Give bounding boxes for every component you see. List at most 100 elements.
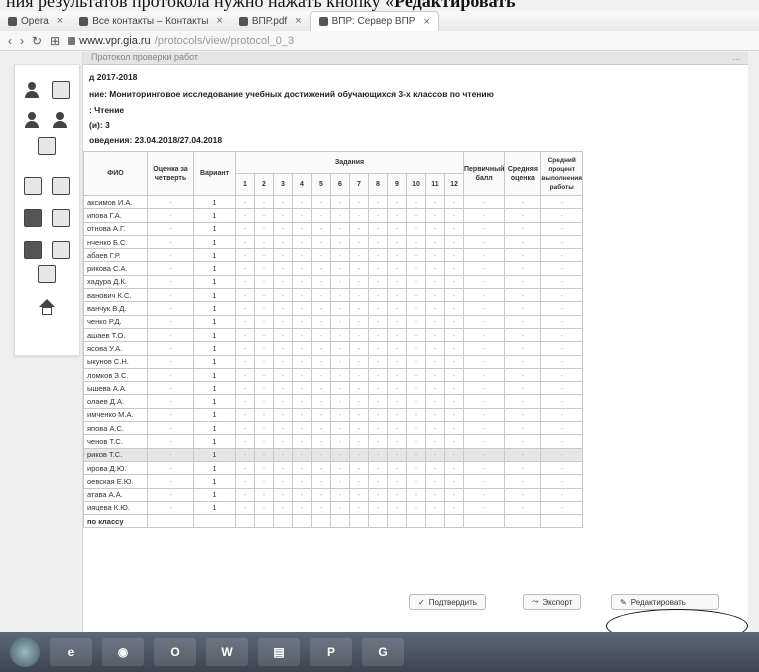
- task-cell[interactable]: -: [330, 381, 350, 396]
- browser-tab[interactable]: ВПР.pdf ×: [231, 11, 310, 31]
- task-cell[interactable]: -: [368, 234, 388, 250]
- task-cell[interactable]: -: [425, 288, 445, 303]
- task-cell[interactable]: -: [349, 248, 369, 263]
- task-cell[interactable]: -: [254, 367, 274, 383]
- task-cell[interactable]: -: [406, 500, 426, 516]
- task-cell[interactable]: -: [254, 221, 274, 236]
- table-row[interactable]: ясова У.А. -1- - - - - - - - - - - - - - -: [83, 341, 584, 356]
- task-cell[interactable]: -: [444, 460, 464, 476]
- chart-icon[interactable]: [38, 265, 56, 283]
- reload-icon[interactable]: ↻: [32, 34, 42, 48]
- task-cell[interactable]: -: [387, 274, 407, 290]
- task-cell[interactable]: -: [349, 274, 369, 290]
- task-cell[interactable]: -: [235, 314, 255, 329]
- task-cell[interactable]: -: [349, 500, 369, 516]
- task-cell[interactable]: -: [311, 447, 331, 462]
- table-row[interactable]: аксимов И.А. -1- - - - - - - - - - - - - - -: [83, 194, 584, 210]
- task-cell[interactable]: -: [330, 248, 350, 263]
- table-row[interactable]: ипова Г.А. -1- - - - - - - - - - - - - - -: [83, 208, 584, 223]
- task-cell[interactable]: -: [406, 421, 426, 436]
- task-cell[interactable]: -: [368, 434, 388, 449]
- task-cell[interactable]: -: [235, 208, 255, 223]
- task-cell[interactable]: -: [311, 354, 331, 369]
- project-icon[interactable]: P: [310, 638, 352, 666]
- table-row[interactable]: ашаев Т.О. -1- - - - - - - - - - - - - - -: [83, 327, 584, 343]
- task-cell[interactable]: -: [254, 301, 274, 316]
- task-cell[interactable]: -: [292, 288, 312, 303]
- user-icon[interactable]: [24, 81, 42, 99]
- task-cell[interactable]: -: [387, 487, 407, 502]
- task-cell[interactable]: -: [254, 288, 274, 303]
- task-cell[interactable]: -: [273, 234, 293, 250]
- task-cell[interactable]: -: [406, 407, 426, 423]
- task-cell[interactable]: -: [387, 460, 407, 476]
- task-cell[interactable]: -: [273, 274, 293, 290]
- task-cell[interactable]: -: [406, 367, 426, 383]
- task-cell[interactable]: -: [368, 474, 388, 489]
- task-cell[interactable]: -: [330, 434, 350, 449]
- task-cell[interactable]: -: [368, 460, 388, 476]
- task-cell[interactable]: -: [330, 354, 350, 369]
- task-cell[interactable]: -: [444, 354, 464, 369]
- task-cell[interactable]: -: [349, 221, 369, 236]
- task-cell[interactable]: -: [273, 381, 293, 396]
- task-cell[interactable]: -: [349, 434, 369, 449]
- table-row[interactable]: рикова С.А. -1- - - - - - - - - - - - - - -: [83, 261, 584, 276]
- opera-icon[interactable]: O: [154, 638, 196, 666]
- word-icon[interactable]: W: [206, 638, 248, 666]
- task-cell[interactable]: -: [311, 460, 331, 476]
- task-cell[interactable]: -: [292, 261, 312, 276]
- task-cell[interactable]: -: [444, 394, 464, 409]
- task-cell[interactable]: -: [254, 354, 274, 369]
- task-cell[interactable]: -: [330, 194, 350, 210]
- task-cell[interactable]: -: [292, 487, 312, 502]
- task-cell[interactable]: -: [273, 288, 293, 303]
- task-cell[interactable]: -: [273, 341, 293, 356]
- task-cell[interactable]: -: [311, 434, 331, 449]
- task-cell[interactable]: -: [254, 460, 274, 476]
- task-cell[interactable]: -: [235, 248, 255, 263]
- table-row[interactable]: ияцева К.Ю. -1- - - - - - - - - - - - - - -: [83, 500, 584, 516]
- task-cell[interactable]: -: [330, 474, 350, 489]
- task-cell[interactable]: -: [311, 421, 331, 436]
- task-cell[interactable]: -: [311, 407, 331, 423]
- task-cell[interactable]: -: [235, 354, 255, 369]
- task-cell[interactable]: -: [387, 381, 407, 396]
- task-cell[interactable]: -: [349, 327, 369, 343]
- task-cell[interactable]: -: [406, 474, 426, 489]
- task-cell[interactable]: -: [311, 221, 331, 236]
- task-cell[interactable]: -: [368, 500, 388, 516]
- browser-tab[interactable]: Opera ×: [0, 11, 71, 31]
- ie-icon[interactable]: e: [50, 638, 92, 666]
- user-stats-icon[interactable]: [52, 81, 70, 99]
- task-cell[interactable]: -: [444, 274, 464, 290]
- task-cell[interactable]: -: [368, 288, 388, 303]
- task-cell[interactable]: -: [368, 261, 388, 276]
- task-cell[interactable]: -: [273, 487, 293, 502]
- task-cell[interactable]: -: [235, 234, 255, 250]
- task-cell[interactable]: -: [387, 367, 407, 383]
- task-cell[interactable]: -: [387, 354, 407, 369]
- task-cell[interactable]: -: [292, 381, 312, 396]
- task-cell[interactable]: -: [254, 474, 274, 489]
- task-cell[interactable]: -: [254, 274, 274, 290]
- document-icon[interactable]: [52, 177, 70, 195]
- table-row[interactable]: оевская Е.Ю. -1- - - - - - - - - - - - - - -: [83, 474, 584, 489]
- task-cell[interactable]: -: [273, 474, 293, 489]
- report-edit-icon[interactable]: [24, 241, 42, 259]
- task-cell[interactable]: -: [425, 314, 445, 329]
- start-button[interactable]: [10, 637, 40, 667]
- task-cell[interactable]: -: [368, 354, 388, 369]
- task-cell[interactable]: -: [254, 434, 274, 449]
- task-cell[interactable]: -: [292, 221, 312, 236]
- task-cell[interactable]: -: [368, 194, 388, 210]
- task-cell[interactable]: -: [349, 474, 369, 489]
- task-cell[interactable]: -: [273, 354, 293, 369]
- task-cell[interactable]: -: [254, 447, 274, 462]
- task-cell[interactable]: -: [444, 314, 464, 329]
- task-cell[interactable]: -: [330, 341, 350, 356]
- task-cell[interactable]: -: [406, 381, 426, 396]
- task-cell[interactable]: -: [387, 421, 407, 436]
- task-cell[interactable]: -: [330, 500, 350, 516]
- task-cell[interactable]: -: [273, 500, 293, 516]
